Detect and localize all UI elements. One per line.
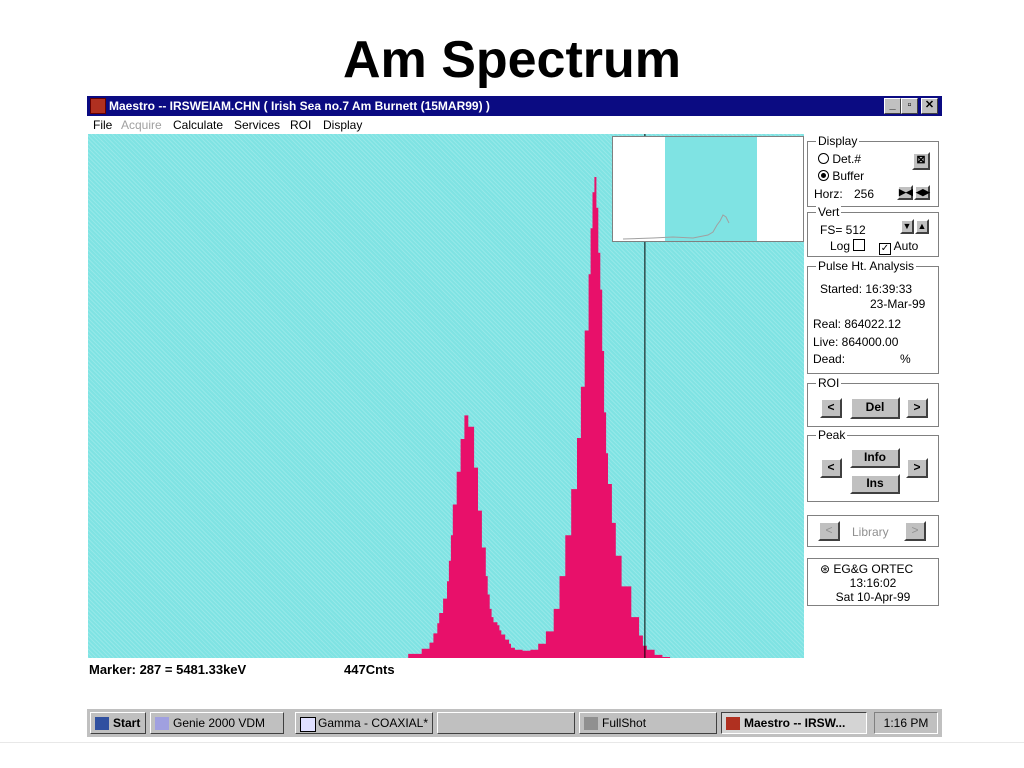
menu-services[interactable]: Services [234, 118, 280, 132]
slide-divider [0, 742, 1024, 743]
menu-acquire[interactable]: Acquire [121, 118, 162, 132]
library-group: < Library > [807, 515, 939, 547]
real-time: Real: 864022.12 [813, 317, 902, 331]
peak-insert-button[interactable]: Ins [850, 474, 900, 494]
horz-zoom-out-button[interactable]: ◀▶ [914, 185, 930, 200]
start-button[interactable]: Start [90, 712, 146, 734]
slide-title: Am Spectrum [342, 31, 682, 89]
vert-scale-up-button[interactable]: ▲ [915, 219, 929, 234]
window-titlebar[interactable]: Maestro -- IRSWEIAM.CHN ( Irish Sea no.7… [87, 96, 942, 116]
marker-readout: Marker: 287 = 5481.33keV [89, 662, 247, 677]
dead-value: % [900, 352, 911, 366]
task-fullshot-label: FullShot [602, 716, 647, 730]
peak-info-button[interactable]: Info [850, 448, 900, 468]
clock-time: 13:16:02 [849, 576, 897, 590]
minimize-button[interactable]: _ [884, 98, 901, 114]
info-box: ⊛ EG&G ORTEC 13:16:02 Sat 10-Apr-99 [807, 558, 939, 606]
task-blank[interactable] [437, 712, 575, 734]
horz-value: 256 [854, 187, 875, 201]
windows-logo-icon [95, 717, 109, 730]
task-fullshot[interactable]: FullShot [579, 712, 717, 734]
horz-zoom-in-button[interactable]: ▶◀ [897, 185, 913, 200]
det-label: Det.# [832, 152, 862, 166]
task-gamma-label: Gamma - COAXIAL* [318, 716, 429, 730]
vendor-name: EG&G ORTEC [833, 562, 914, 576]
menu-display[interactable]: Display [323, 118, 362, 132]
maestro-app-icon [90, 98, 106, 114]
vendor-line: ⊛ EG&G ORTEC [820, 562, 913, 576]
roi-next-button[interactable]: > [906, 398, 928, 418]
camera-icon [584, 717, 598, 730]
menu-file[interactable]: File [93, 118, 112, 132]
log-checkbox[interactable]: Log [830, 239, 866, 253]
started-time: Started: 16:39:33 [820, 282, 913, 296]
library-next-button[interactable]: > [904, 521, 926, 541]
vert-group: Vert FS= 512 ▼ ▲ Log ✓ Auto [807, 205, 939, 257]
control-panel: Display Det.# Buffer ⊠ Horz: 256 ▶◀ ◀▶ V… [805, 134, 942, 678]
display-group: Display Det.# Buffer ⊠ Horz: 256 ▶◀ ◀▶ [807, 134, 939, 207]
task-maestro[interactable]: Maestro -- IRSW... [721, 712, 867, 734]
log-checkbox-box [853, 239, 866, 251]
buffer-label: Buffer [832, 169, 865, 183]
menu-roi[interactable]: ROI [290, 118, 311, 132]
detector-toggle-button[interactable]: ⊠ [912, 152, 930, 170]
peak-group: Peak < Info Ins > [807, 428, 939, 502]
dead-label: Dead: [813, 352, 846, 366]
pha-legend: Pulse Ht. Analysis [816, 259, 917, 273]
peak-next-button[interactable]: > [906, 458, 928, 478]
auto-checkbox[interactable]: ✓ Auto [879, 239, 918, 255]
roi-delete-button[interactable]: Del [850, 397, 900, 419]
maestro-app-icon [726, 717, 740, 730]
taskbar-clock: 1:16 PM [874, 712, 938, 734]
library-prev-button[interactable]: < [818, 521, 840, 541]
log-label: Log [830, 239, 851, 253]
spectrum-plot[interactable] [88, 134, 804, 658]
close-button[interactable]: ✕ [921, 98, 938, 114]
live-time: Live: 864000.00 [813, 335, 899, 349]
restore-button[interactable]: ▫ [901, 98, 918, 114]
peak-prev-button[interactable]: < [820, 458, 842, 478]
task-genie-label: Genie 2000 VDM [173, 716, 266, 730]
vert-scale-down-button[interactable]: ▼ [900, 219, 914, 234]
auto-checkbox-box: ✓ [879, 243, 891, 255]
menu-bar: File Acquire Calculate Services ROI Disp… [87, 116, 942, 134]
start-label: Start [113, 716, 141, 730]
menu-calculate[interactable]: Calculate [173, 118, 223, 132]
full-spectrum-inset[interactable] [612, 136, 804, 242]
horz-label: Horz: [814, 187, 843, 201]
genie-app-icon [155, 717, 169, 730]
maestro-window: Maestro -- IRSWEIAM.CHN ( Irish Sea no.7… [87, 96, 942, 706]
pha-group: Pulse Ht. Analysis Started: 16:39:33 23-… [807, 259, 939, 374]
inset-trace [622, 214, 730, 240]
spectrum-series-0 [88, 177, 804, 658]
display-legend: Display [816, 134, 860, 148]
vert-legend: Vert [816, 205, 842, 219]
peak-legend: Peak [816, 428, 848, 442]
taskbar: Start Genie 2000 VDM Gamma - COAXIAL* Fu… [87, 708, 942, 737]
gamma-app-icon [300, 717, 316, 732]
started-date: 23-Mar-99 [870, 297, 926, 311]
task-maestro-label: Maestro -- IRSW... [744, 716, 846, 730]
marker-status: Marker: 287 = 5481.33keV 447Cnts [87, 660, 803, 678]
clock-date: Sat 10-Apr-99 [835, 590, 911, 604]
task-genie[interactable]: Genie 2000 VDM [150, 712, 284, 734]
window-title: Maestro -- IRSWEIAM.CHN ( Irish Sea no.7… [109, 99, 490, 113]
roi-prev-button[interactable]: < [820, 398, 842, 418]
roi-legend: ROI [816, 376, 842, 390]
det-radio-icon [818, 153, 829, 164]
roi-group: ROI < Del > [807, 376, 939, 427]
marker-counts: 447Cnts [344, 662, 395, 677]
det-radio[interactable]: Det.# [818, 152, 861, 166]
ortec-logo-icon: ⊛ [820, 562, 831, 576]
fs-value: FS= 512 [820, 223, 866, 237]
task-gamma[interactable]: Gamma - COAXIAL* [295, 712, 433, 734]
library-label: Library [852, 525, 889, 539]
buffer-radio-icon [818, 170, 829, 181]
buffer-radio[interactable]: Buffer [818, 169, 864, 183]
auto-label: Auto [893, 239, 919, 253]
